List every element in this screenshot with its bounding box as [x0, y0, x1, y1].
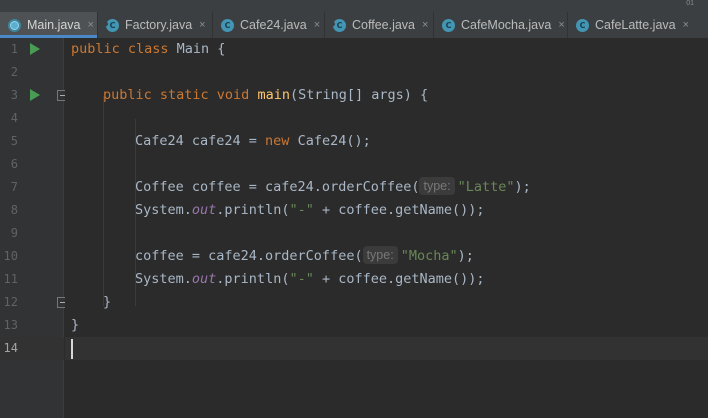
tab-label: Factory.java	[125, 18, 193, 32]
line-number: 1	[10, 42, 18, 56]
parameter-hint: type:	[419, 177, 455, 195]
tab-label: Coffee.java	[352, 18, 416, 32]
code-line-11: System.out.println("-" + coffee.getName(…	[135, 271, 485, 287]
close-icon[interactable]: ×	[683, 19, 689, 31]
close-icon[interactable]: ×	[558, 19, 564, 31]
line-number: 12	[3, 295, 18, 309]
tab-coffee-java[interactable]: C Coffee.java ×	[325, 12, 434, 38]
class-icon: C	[576, 18, 589, 32]
java-file-icon	[8, 18, 21, 32]
editor-gutter: 1 2 3 4 5 6 7 8 9 10 11 12 13 14	[0, 38, 68, 418]
close-icon[interactable]: ×	[88, 19, 94, 31]
line-number: 9	[10, 226, 18, 240]
tab-factory-java[interactable]: C Factory.java ×	[98, 12, 213, 38]
class-icon: C	[442, 18, 455, 32]
line-number-current: 14	[3, 341, 18, 355]
code-line-7: Coffee coffee = cafe24.orderCoffee(type:…	[135, 177, 531, 195]
line-number: 13	[3, 318, 18, 332]
tab-label: CafeLatte.java	[595, 18, 676, 32]
line-number: 4	[10, 111, 18, 125]
line-number: 2	[10, 65, 18, 79]
run-main-class-icon[interactable]	[30, 43, 40, 55]
code-line-10: coffee = cafe24.orderCoffee(type: "Mocha"…	[135, 246, 474, 264]
line-number: 3	[10, 88, 18, 102]
line-number: 8	[10, 203, 18, 217]
code-line-5: Cafe24 cafe24 = new Cafe24();	[135, 133, 371, 149]
parameter-hint: type:	[362, 246, 398, 264]
tab-cafe24-java[interactable]: C Cafe24.java ×	[213, 12, 325, 38]
tab-cafelatte-java[interactable]: C CafeLatte.java ×	[568, 12, 708, 38]
code-editor[interactable]: public class Main { public static void m…	[65, 38, 708, 418]
tab-cafemocha-java[interactable]: C CafeMocha.java ×	[434, 12, 568, 38]
indent-guide	[103, 96, 104, 306]
line-number: 11	[3, 272, 18, 286]
run-main-method-icon[interactable]	[30, 89, 40, 101]
line-number: 7	[10, 180, 18, 194]
code-line-3: public static void main(String[] args) {	[103, 87, 429, 103]
window-corner-label: 01	[686, 0, 694, 7]
interface-icon: C	[104, 18, 119, 32]
close-icon[interactable]: ×	[422, 19, 428, 31]
line-number: 6	[10, 157, 18, 171]
code-line-1: public class Main {	[71, 41, 226, 57]
interface-icon: C	[331, 18, 346, 32]
code-line-13: }	[71, 317, 80, 333]
close-icon[interactable]: ×	[314, 19, 320, 31]
class-icon: C	[221, 18, 234, 32]
tab-label: CafeMocha.java	[461, 18, 552, 32]
tab-label: Main.java	[27, 18, 81, 32]
tab-label: Cafe24.java	[240, 18, 307, 32]
line-number: 5	[10, 134, 18, 148]
line-number: 10	[3, 249, 18, 263]
text-caret	[71, 339, 73, 359]
close-icon[interactable]: ×	[199, 19, 205, 31]
code-line-12: }	[103, 294, 112, 310]
current-line-highlight	[65, 337, 708, 360]
editor-tab-bar: 01 Main.java × C Factory.java × C Cafe24…	[0, 0, 708, 38]
tab-main-java[interactable]: Main.java ×	[0, 12, 98, 38]
code-line-8: System.out.println("-" + coffee.getName(…	[135, 202, 485, 218]
